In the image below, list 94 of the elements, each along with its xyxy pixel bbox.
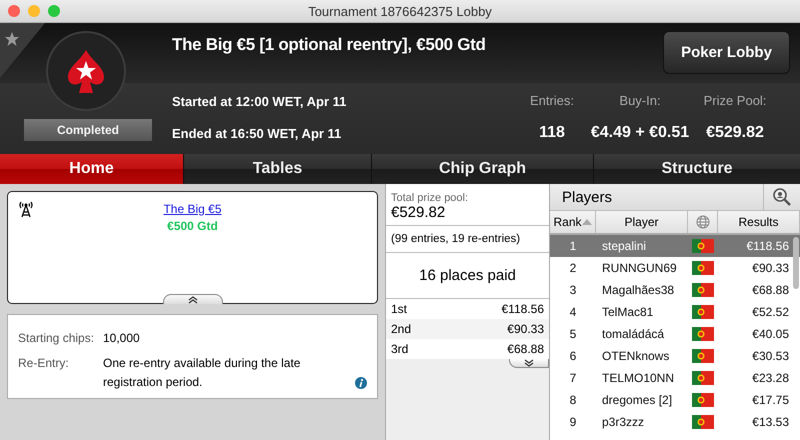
tab[interactable]: Structure <box>594 154 800 184</box>
result-cell-text: €17.75 <box>751 393 790 407</box>
flag-icon <box>692 415 714 429</box>
result-cell-text: €30.53 <box>751 349 790 363</box>
place-label: 1st <box>391 302 408 316</box>
favorite-star-icon[interactable] <box>4 31 20 47</box>
rank-cell-text: 5 <box>568 327 578 341</box>
rank-cell-text: 2 <box>568 261 578 275</box>
search-icon <box>772 187 792 207</box>
stat-value: €4.49 + €0.51 <box>590 124 690 142</box>
tournament-link[interactable]: The Big €5 <box>163 202 222 216</box>
scrollbar-thumb[interactable] <box>793 237 799 289</box>
tab[interactable]: Home <box>0 154 183 184</box>
poker-lobby-button[interactable]: Poker Lobby <box>663 31 790 74</box>
sort-arrow-icon <box>582 218 592 226</box>
prize-amount: €90.33 <box>507 322 544 336</box>
collapse-button[interactable] <box>162 294 222 304</box>
stat-label: Entries: <box>530 93 574 108</box>
result-cell-text: €118.56 <box>746 239 790 253</box>
stat-value: 118 <box>539 124 565 142</box>
entries-note: (99 entries, 19 re-entries) <box>391 233 520 245</box>
rank-cell-text: 8 <box>568 393 578 407</box>
result-cell-text: €68.88 <box>751 283 790 297</box>
player-name: RUNNGUN69 <box>601 261 678 275</box>
player-row[interactable]: 2 RUNNGUN69 €90.33 <box>550 257 800 279</box>
flag-icon <box>692 393 714 407</box>
prize-amount: €118.56 <box>502 302 544 316</box>
stat-label: Prize Pool: <box>704 93 766 108</box>
result-cell-text: €23.28 <box>751 371 790 385</box>
double-chevron-icon <box>188 294 198 304</box>
result-cell-text: €90.33 <box>751 261 790 275</box>
player-row[interactable]: 3 Magalhães38 €68.88 <box>550 279 800 301</box>
player-name: stepalini <box>601 239 648 253</box>
places-paid: 16 places paid <box>419 267 516 284</box>
result-cell-text: €13.53 <box>751 415 790 429</box>
detail-label: Re-Entry: <box>18 355 70 372</box>
place-label: 2nd <box>391 322 412 336</box>
player-name: TelMac81 <box>601 305 654 319</box>
rank-cell-text: 9 <box>568 415 578 429</box>
flag-icon <box>692 371 714 385</box>
result-cell-text: €52.52 <box>751 305 790 319</box>
prize-pool-value: €529.82 <box>391 204 446 221</box>
double-chevron-icon <box>524 358 534 368</box>
player-row[interactable]: 1 stepalini €118.56 <box>550 235 800 257</box>
detail-value: 10,000 <box>103 330 140 347</box>
tab[interactable]: Tables <box>184 154 371 184</box>
tab[interactable]: Chip Graph <box>372 154 593 184</box>
status-ribbon: Completed <box>24 119 152 141</box>
rank-cell-text: 1 <box>568 239 578 253</box>
tournament-title: The Big €5 [1 optional reentry], €500 Gtd <box>172 35 486 55</box>
results-column-header[interactable]: Results <box>718 211 800 233</box>
player-column-header[interactable]: Player <box>596 211 688 233</box>
stat-value: €529.82 <box>706 124 764 142</box>
result-cell-text: €40.05 <box>751 327 790 341</box>
expand-button[interactable] <box>509 359 549 368</box>
window-title: Tournament 1876642375 Lobby <box>307 4 493 18</box>
info-icon[interactable] <box>355 377 367 389</box>
player-row[interactable]: 5 tomaládácá €40.05 <box>550 323 800 345</box>
player-name: p3r3zzz <box>601 415 646 429</box>
player-row[interactable]: 4 TelMac81 €52.52 <box>550 301 800 323</box>
broadcast-tower-icon <box>18 200 34 218</box>
player-name: TELMO10NN <box>601 371 676 385</box>
start-time: Started at 12:00 WET, Apr 11 <box>172 94 348 109</box>
player-row[interactable]: 7 TELMO10NN €23.28 <box>550 367 800 389</box>
end-time: Ended at 16:50 WET, Apr 11 <box>172 126 342 142</box>
player-name: tomaládácá <box>601 327 666 341</box>
rank-cell-text: 4 <box>568 305 578 319</box>
stat-label: Buy-In: <box>619 93 661 108</box>
flag-icon <box>692 261 714 275</box>
player-row[interactable]: 8 dregomes [2] €17.75 <box>550 389 800 411</box>
flag-icon <box>692 349 714 363</box>
prize-pool-label: Total prize pool: <box>391 192 470 204</box>
prize-amount: €68.88 <box>507 342 544 356</box>
player-name: dregomes [2] <box>601 393 674 407</box>
flag-icon <box>692 283 714 297</box>
player-row[interactable]: 6 OTENknows €30.53 <box>550 345 800 367</box>
guarantee-text: €500 Gtd <box>167 219 218 233</box>
rank-column-header[interactable]: Rank <box>550 211 596 233</box>
rank-cell-text: 7 <box>568 371 578 385</box>
player-row[interactable]: 9 p3r3zzz €13.53 <box>550 411 800 433</box>
detail-label: Starting chips: <box>18 330 96 347</box>
spade-logo-icon <box>66 48 106 94</box>
flag-icon <box>692 305 714 319</box>
player-name: OTENknows <box>601 349 670 363</box>
flag-icon <box>692 327 714 341</box>
place-label: 3rd <box>391 342 408 356</box>
globe-icon[interactable] <box>696 215 710 229</box>
flag-icon <box>692 239 714 253</box>
rank-cell-text: 6 <box>568 349 578 363</box>
player-name: Magalhães38 <box>601 283 676 297</box>
detail-value: One re-entry available during the late registration period. <box>103 355 302 391</box>
players-title: Players <box>562 188 612 206</box>
rank-cell-text: 3 <box>568 283 578 297</box>
close-button[interactable] <box>8 5 20 17</box>
